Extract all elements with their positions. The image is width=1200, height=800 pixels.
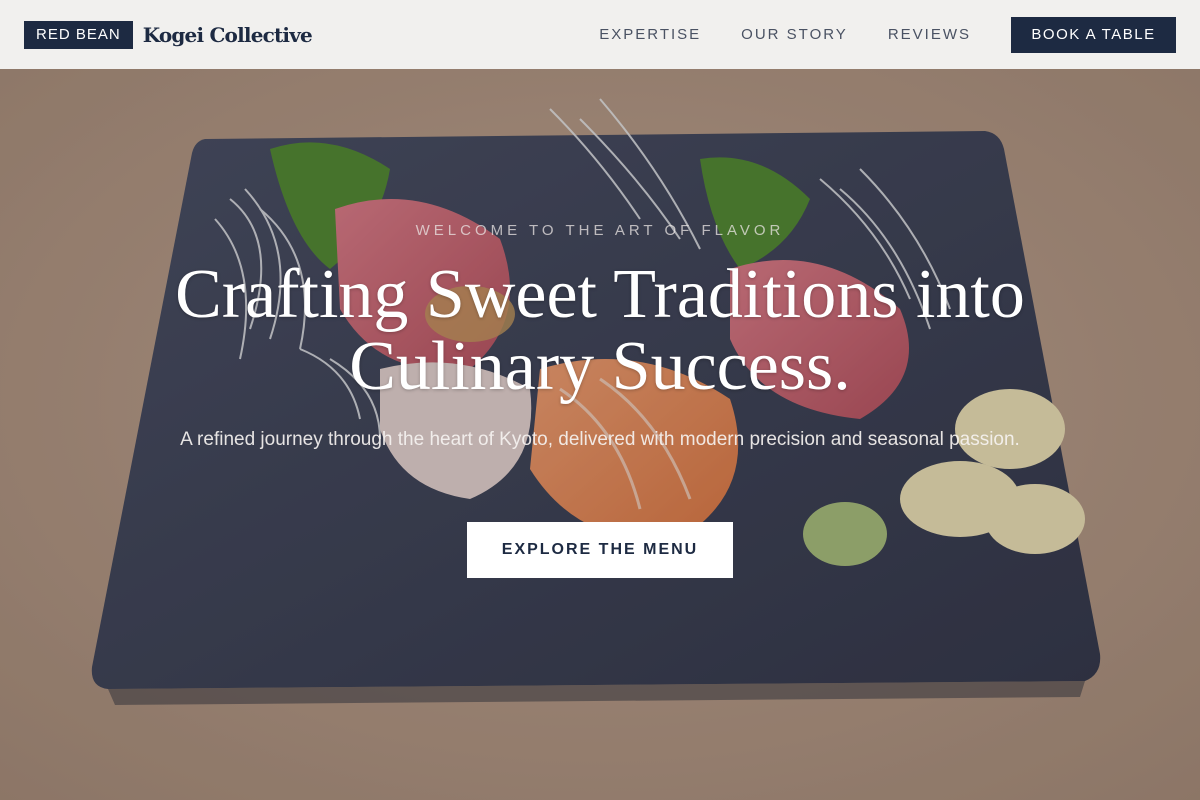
nav-links: EXPERTISE OUR STORY REVIEWS [599,26,971,43]
explore-menu-button[interactable]: EXPLORE THE MENU [467,522,733,578]
hero-section: WELCOME TO THE ART OF FLAVOR Crafting Sw… [0,69,1200,800]
hero-subtitle: A refined journey through the heart of K… [180,429,1020,450]
hero-eyebrow: WELCOME TO THE ART OF FLAVOR [415,222,785,239]
hero-content: WELCOME TO THE ART OF FLAVOR Crafting Sw… [0,69,1200,800]
nav-link-our-story[interactable]: OUR STORY [741,26,848,43]
nav-link-expertise[interactable]: EXPERTISE [599,26,701,43]
book-a-table-button[interactable]: BOOK A TABLE [1011,16,1176,53]
brand-name[interactable]: Kogei Collective [143,23,313,47]
nav-link-reviews[interactable]: REVIEWS [888,26,971,43]
top-navigation: RED BEAN Kogei Collective EXPERTISE OUR … [0,0,1200,69]
brand-badge[interactable]: RED BEAN [24,20,133,49]
hero-headline: Crafting Sweet Traditions into Culinary … [175,256,1025,405]
